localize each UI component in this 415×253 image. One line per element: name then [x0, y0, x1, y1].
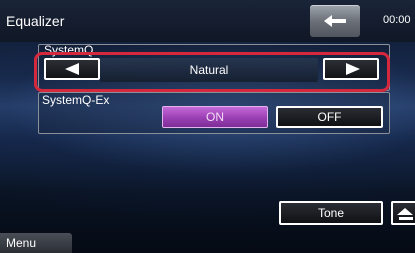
clock: 00:00: [383, 14, 411, 26]
tone-button[interactable]: Tone: [279, 201, 383, 225]
menu-label: Menu: [6, 236, 37, 250]
up-arrow-icon: [397, 208, 413, 220]
page-title: Equalizer: [6, 13, 65, 29]
systemq-ex-off-button[interactable]: OFF: [276, 106, 383, 128]
systemq-ex-label: SystemQ-Ex: [42, 93, 110, 107]
back-button[interactable]: [310, 5, 360, 37]
menu-button[interactable]: Menu: [0, 233, 72, 253]
title-bar: Equalizer 00:00: [0, 0, 415, 42]
systemq-ex-on-button[interactable]: ON: [162, 106, 268, 128]
equalizer-screen: Equalizer 00:00 SystemQ Natural SystemQ-…: [0, 0, 415, 253]
selection-highlight: [34, 52, 390, 92]
next-page-button[interactable]: [391, 201, 415, 225]
back-arrow-icon: [324, 15, 346, 27]
